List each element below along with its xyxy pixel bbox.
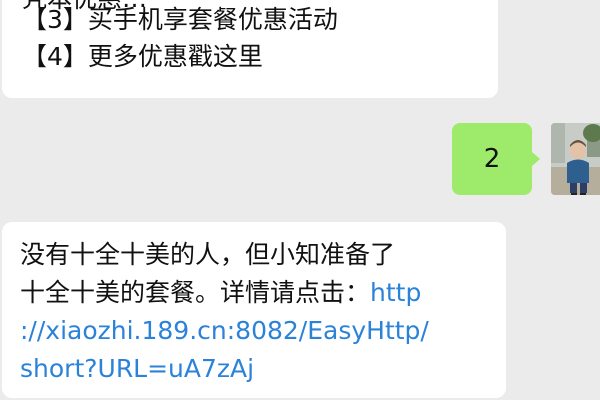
avatar-photo-icon	[551, 123, 600, 195]
outgoing-message-text: 2	[483, 144, 501, 174]
message-link[interactable]: short?URL=uA7zAj	[20, 350, 490, 388]
incoming-message-bubble[interactable]: 凭本优惠… 【3】买手机享套餐优惠活动 【4】更多优惠戳这里	[2, 0, 498, 98]
message-line: 没有十全十美的人，但小知准备了	[20, 240, 396, 269]
message-link[interactable]: ://xiaozhi.189.cn:8082/EasyHttp/	[20, 312, 490, 350]
chat-area: 凭本优惠… 【3】买手机享套餐优惠活动 【4】更多优惠戳这里 2 没有十全十美的…	[0, 0, 600, 400]
user-avatar[interactable]	[551, 123, 600, 195]
message-line: 【4】更多优惠戳这里	[22, 42, 263, 71]
message-line: 十全十美的套餐。详情请点击：http	[20, 274, 490, 312]
outgoing-message-bubble[interactable]: 2	[452, 123, 540, 195]
message-text: 十全十美的套餐。详情请点击：	[20, 278, 371, 307]
message-text-partial: 凭本优惠…	[22, 0, 147, 17]
incoming-message-bubble[interactable]: 没有十全十美的人，但小知准备了 十全十美的套餐。详情请点击：http ://xi…	[2, 222, 506, 398]
message-link[interactable]: http	[370, 278, 421, 307]
